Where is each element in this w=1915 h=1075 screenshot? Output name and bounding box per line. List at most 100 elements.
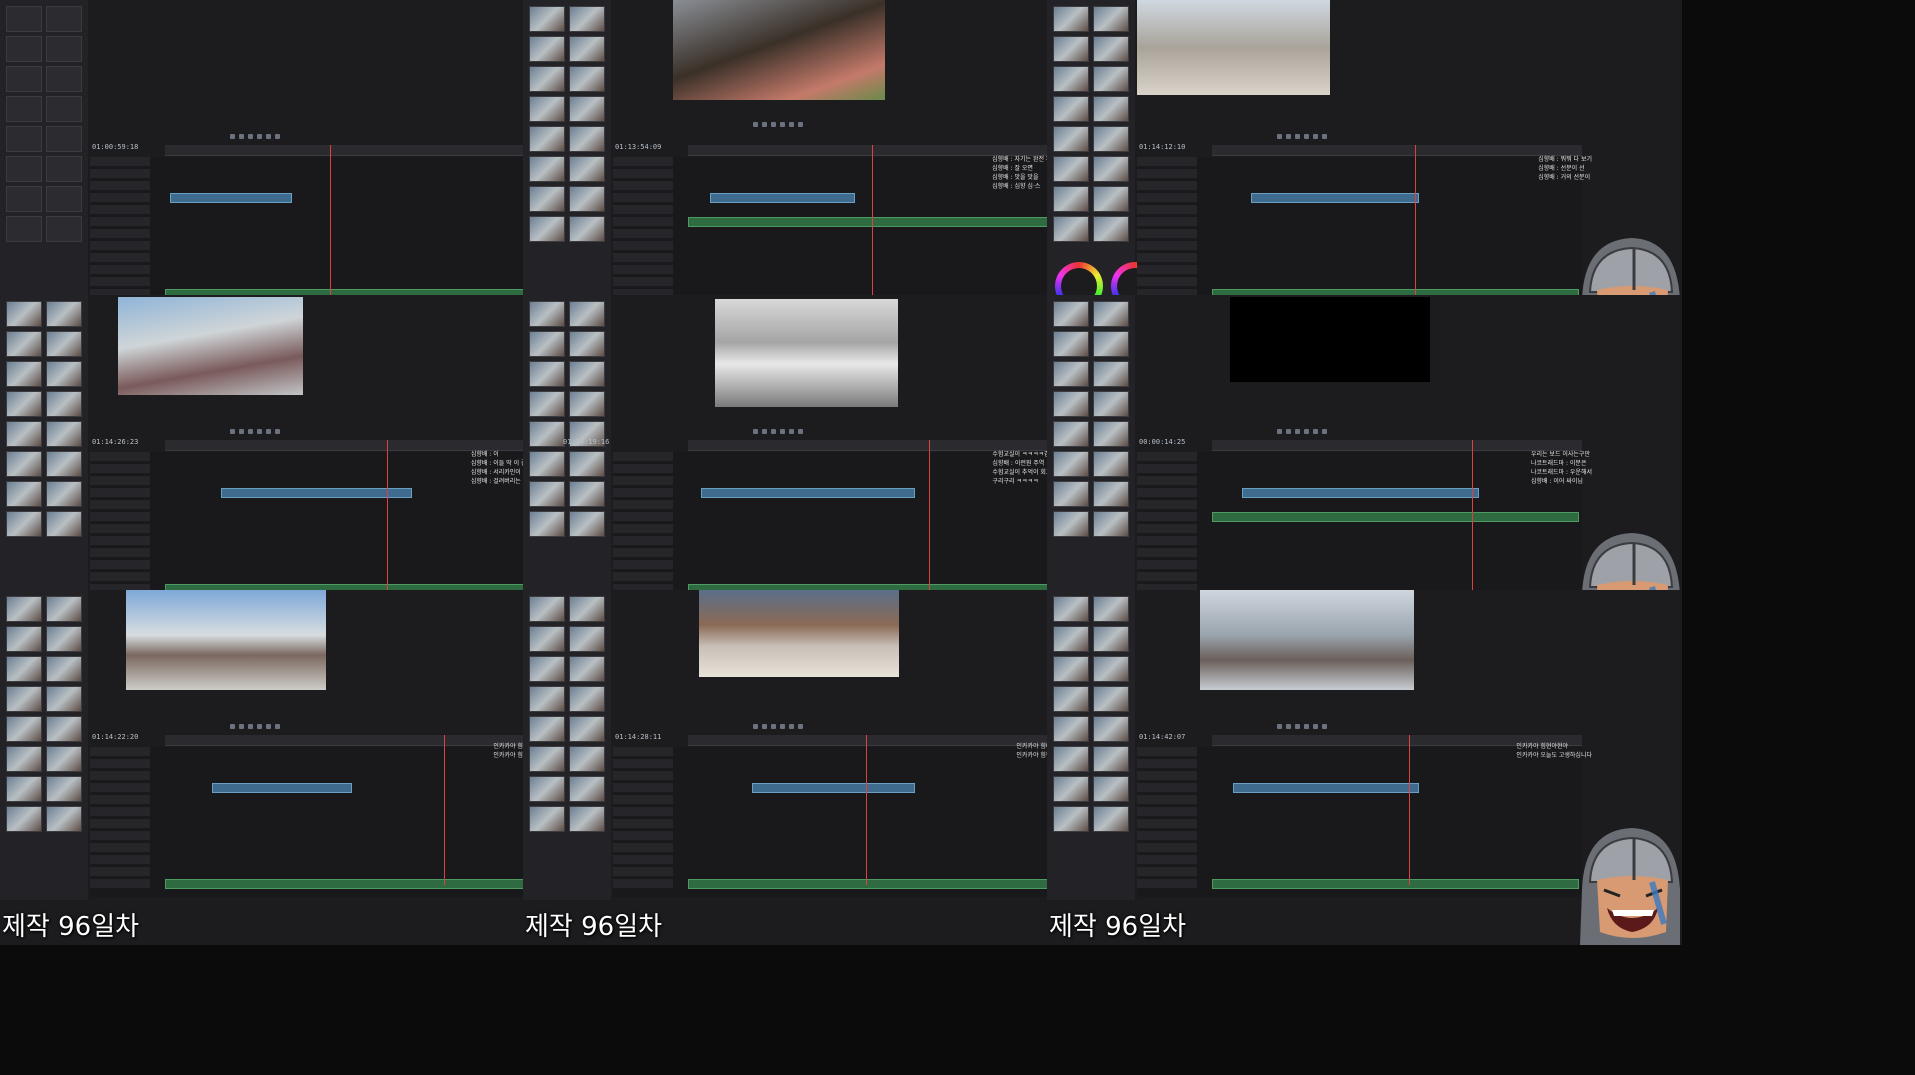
media-thumbnail[interactable] — [529, 481, 565, 507]
transport-button-icon[interactable] — [1286, 134, 1291, 139]
media-thumbnail[interactable] — [6, 451, 42, 477]
audio-clip[interactable] — [1212, 512, 1579, 522]
playhead[interactable] — [444, 735, 445, 885]
transport-controls[interactable] — [230, 714, 284, 729]
audio-clip[interactable] — [688, 879, 1055, 889]
media-thumbnail[interactable] — [1093, 421, 1129, 447]
audio-clip[interactable] — [1212, 879, 1579, 889]
media-thumbnail[interactable] — [529, 156, 565, 182]
track-header[interactable] — [90, 181, 150, 191]
video-clip[interactable] — [701, 488, 915, 498]
video-clip[interactable] — [1233, 783, 1419, 793]
video-clip[interactable] — [212, 783, 352, 793]
media-thumbnail[interactable] — [1093, 36, 1129, 62]
media-thumbnail[interactable] — [6, 626, 42, 652]
track-header[interactable] — [1137, 253, 1197, 263]
media-thumbnail[interactable] — [46, 156, 82, 182]
track-header[interactable] — [1137, 512, 1197, 522]
transport-button-icon[interactable] — [798, 122, 803, 127]
track-header[interactable] — [613, 217, 673, 227]
track-header[interactable] — [1137, 229, 1197, 239]
media-thumbnail[interactable] — [569, 656, 605, 682]
play-icon[interactable] — [248, 429, 253, 434]
play-icon[interactable] — [771, 122, 776, 127]
track-header[interactable] — [90, 524, 150, 534]
track-header[interactable] — [613, 524, 673, 534]
transport-button-icon[interactable] — [239, 724, 244, 729]
media-thumbnail[interactable] — [1053, 186, 1089, 212]
media-thumbnail[interactable] — [6, 776, 42, 802]
track-header[interactable] — [1137, 181, 1197, 191]
track-header[interactable] — [613, 464, 673, 474]
transport-button-icon[interactable] — [239, 134, 244, 139]
transport-controls[interactable] — [230, 124, 284, 139]
playhead[interactable] — [1415, 145, 1416, 295]
media-thumbnail[interactable] — [1053, 596, 1089, 622]
media-thumbnail[interactable] — [569, 596, 605, 622]
video-clip[interactable] — [1242, 488, 1479, 498]
track-header[interactable] — [90, 512, 150, 522]
play-icon[interactable] — [771, 429, 776, 434]
track-header[interactable] — [90, 229, 150, 239]
track-header[interactable] — [613, 476, 673, 486]
media-thumbnail[interactable] — [529, 6, 565, 32]
media-thumbnail[interactable] — [6, 66, 42, 92]
media-thumbnail[interactable] — [46, 656, 82, 682]
track-header[interactable] — [90, 572, 150, 582]
track-header[interactable] — [613, 572, 673, 582]
media-thumbnail[interactable] — [529, 66, 565, 92]
media-thumbnail[interactable] — [1053, 96, 1089, 122]
track-header[interactable] — [613, 536, 673, 546]
media-thumbnail[interactable] — [6, 746, 42, 772]
track-header[interactable] — [90, 241, 150, 251]
media-thumbnail[interactable] — [6, 6, 42, 32]
track-header[interactable] — [613, 747, 673, 757]
media-thumbnail[interactable] — [1093, 776, 1129, 802]
transport-button-icon[interactable] — [257, 724, 262, 729]
playhead[interactable] — [1472, 440, 1473, 590]
track-header[interactable] — [1137, 536, 1197, 546]
track-header[interactable] — [90, 464, 150, 474]
timeline-tracks[interactable] — [90, 157, 535, 307]
track-header[interactable] — [613, 548, 673, 558]
transport-button-icon[interactable] — [1304, 724, 1309, 729]
media-thumbnail[interactable] — [46, 626, 82, 652]
media-thumbnail[interactable] — [569, 301, 605, 327]
media-thumbnail[interactable] — [1053, 301, 1089, 327]
track-header[interactable] — [1137, 241, 1197, 251]
media-thumbnail[interactable] — [529, 686, 565, 712]
media-pool[interactable] — [1047, 590, 1135, 900]
playhead[interactable] — [1409, 735, 1410, 885]
playhead[interactable] — [872, 145, 873, 295]
media-thumbnail[interactable] — [529, 126, 565, 152]
media-thumbnail[interactable] — [1093, 511, 1129, 537]
track-header[interactable] — [90, 879, 150, 889]
media-thumbnail[interactable] — [6, 511, 42, 537]
track-header[interactable] — [613, 253, 673, 263]
media-thumbnail[interactable] — [569, 776, 605, 802]
media-thumbnail[interactable] — [6, 806, 42, 832]
media-thumbnail[interactable] — [569, 451, 605, 477]
media-thumbnail[interactable] — [46, 421, 82, 447]
timeline-tracks[interactable] — [1137, 157, 1582, 307]
track-header[interactable] — [90, 560, 150, 570]
media-thumbnail[interactable] — [46, 596, 82, 622]
transport-button-icon[interactable] — [1286, 724, 1291, 729]
media-thumbnail[interactable] — [569, 686, 605, 712]
transport-button-icon[interactable] — [789, 122, 794, 127]
media-thumbnail[interactable] — [529, 596, 565, 622]
track-header[interactable] — [1137, 157, 1197, 167]
media-thumbnail[interactable] — [1053, 66, 1089, 92]
video-viewer[interactable] — [126, 590, 326, 690]
media-thumbnail[interactable] — [1053, 626, 1089, 652]
track-header[interactable] — [1137, 855, 1197, 865]
transport-controls[interactable] — [753, 714, 807, 729]
media-thumbnail[interactable] — [529, 716, 565, 742]
transport-controls[interactable] — [753, 112, 807, 127]
transport-button-icon[interactable] — [239, 429, 244, 434]
track-header[interactable] — [1137, 193, 1197, 203]
media-thumbnail[interactable] — [569, 391, 605, 417]
media-thumbnail[interactable] — [529, 421, 565, 447]
track-header[interactable] — [90, 867, 150, 877]
video-clip[interactable] — [1251, 193, 1419, 203]
